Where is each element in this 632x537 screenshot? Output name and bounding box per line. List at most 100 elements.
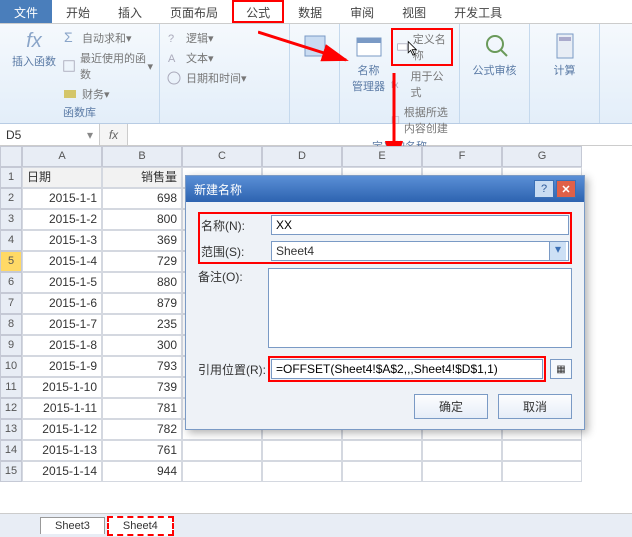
row-head[interactable]: 9 xyxy=(0,335,22,356)
col-head-B[interactable]: B xyxy=(102,146,182,167)
cell-sales[interactable]: 879 xyxy=(102,293,182,314)
cell-empty[interactable] xyxy=(502,440,582,461)
cell-sales[interactable]: 235 xyxy=(102,314,182,335)
text-button[interactable]: A文本 ▾ xyxy=(166,48,283,68)
cell-date[interactable]: 2015-1-2 xyxy=(22,209,102,230)
row-head[interactable]: 10 xyxy=(0,356,22,377)
col-head-D[interactable]: D xyxy=(262,146,342,167)
cell-sales[interactable]: 800 xyxy=(102,209,182,230)
row-head[interactable]: 12 xyxy=(0,398,22,419)
row-head[interactable]: 6 xyxy=(0,272,22,293)
logic-button[interactable]: ?逻辑 ▾ xyxy=(166,28,283,48)
col-head-F[interactable]: F xyxy=(422,146,502,167)
row-head[interactable]: 11 xyxy=(0,377,22,398)
cell-date[interactable]: 2015-1-6 xyxy=(22,293,102,314)
dialog-close-button[interactable]: ✕ xyxy=(556,180,576,198)
row-head[interactable]: 3 xyxy=(0,209,22,230)
row-head[interactable]: 14 xyxy=(0,440,22,461)
scope-select[interactable]: Sheet4 xyxy=(271,241,569,261)
use-in-formula-button[interactable]: fx用于公式 xyxy=(391,66,453,102)
tab-file[interactable]: 文件 xyxy=(0,0,52,23)
cell-empty[interactable] xyxy=(422,461,502,482)
cell-sales[interactable]: 761 xyxy=(102,440,182,461)
name-manager-button[interactable]: 名称 管理器 xyxy=(346,28,391,138)
cell-empty[interactable] xyxy=(422,440,502,461)
cell-empty[interactable] xyxy=(342,461,422,482)
cell-sales[interactable]: 739 xyxy=(102,377,182,398)
datetime-button[interactable]: 日期和时间 ▾ xyxy=(166,68,283,88)
tab-dev[interactable]: 开发工具 xyxy=(440,0,516,23)
row-head[interactable]: 2 xyxy=(0,188,22,209)
cell-empty[interactable] xyxy=(182,440,262,461)
ok-button[interactable]: 确定 xyxy=(414,394,488,419)
cell-date[interactable]: 2015-1-9 xyxy=(22,356,102,377)
header-sales[interactable]: 销售量 xyxy=(102,167,182,188)
cell-date[interactable]: 2015-1-3 xyxy=(22,230,102,251)
name-input[interactable] xyxy=(271,215,569,235)
insert-function-button[interactable]: fx 插入函数 xyxy=(6,28,62,104)
cell-date[interactable]: 2015-1-12 xyxy=(22,419,102,440)
cell-empty[interactable] xyxy=(342,440,422,461)
calc-button[interactable]: 计算 xyxy=(536,28,593,80)
autosum-button[interactable]: Σ自动求和 ▾ xyxy=(62,28,153,48)
recent-functions-button[interactable]: 最近使用的函数 ▾ xyxy=(62,48,153,84)
name-box[interactable]: D5▾ xyxy=(0,124,100,145)
cell-sales[interactable]: 300 xyxy=(102,335,182,356)
create-from-selection-button[interactable]: 根据所选内容创建 xyxy=(391,102,453,138)
ref-collapse-button[interactable]: ▦ xyxy=(550,359,572,379)
col-head-A[interactable]: A xyxy=(22,146,102,167)
row-head[interactable]: 15 xyxy=(0,461,22,482)
sheet-tab-sheet3[interactable]: Sheet3 xyxy=(40,517,105,534)
tab-data[interactable]: 数据 xyxy=(284,0,336,23)
col-head-G[interactable]: G xyxy=(502,146,582,167)
cell-date[interactable]: 2015-1-4 xyxy=(22,251,102,272)
row-head[interactable]: 5 xyxy=(0,251,22,272)
cell-date[interactable]: 2015-1-14 xyxy=(22,461,102,482)
select-all-corner[interactable] xyxy=(0,146,22,167)
cell-date[interactable]: 2015-1-1 xyxy=(22,188,102,209)
define-name-button[interactable]: 定义名称 xyxy=(391,28,453,66)
cell-sales[interactable]: 729 xyxy=(102,251,182,272)
lookup-button[interactable] xyxy=(296,28,333,64)
cell-sales[interactable]: 369 xyxy=(102,230,182,251)
col-head-C[interactable]: C xyxy=(182,146,262,167)
cell-date[interactable]: 2015-1-11 xyxy=(22,398,102,419)
cell-sales[interactable]: 944 xyxy=(102,461,182,482)
row-head[interactable]: 7 xyxy=(0,293,22,314)
cell-empty[interactable] xyxy=(262,461,342,482)
cell-date[interactable]: 2015-1-8 xyxy=(22,335,102,356)
row-head[interactable]: 8 xyxy=(0,314,22,335)
cell-empty[interactable] xyxy=(262,440,342,461)
header-date[interactable]: 日期 xyxy=(22,167,102,188)
cancel-button[interactable]: 取消 xyxy=(498,394,572,419)
tab-layout[interactable]: 页面布局 xyxy=(156,0,232,23)
tab-insert[interactable]: 插入 xyxy=(104,0,156,23)
ref-input[interactable] xyxy=(271,359,543,379)
cell-sales[interactable]: 781 xyxy=(102,398,182,419)
col-head-E[interactable]: E xyxy=(342,146,422,167)
row-head[interactable]: 1 xyxy=(0,167,22,188)
formula-audit-button[interactable]: 公式审核 xyxy=(466,28,523,80)
comment-textarea[interactable] xyxy=(268,268,572,348)
tab-review[interactable]: 审阅 xyxy=(336,0,388,23)
tab-start[interactable]: 开始 xyxy=(52,0,104,23)
row-head[interactable]: 4 xyxy=(0,230,22,251)
row-head[interactable]: 13 xyxy=(0,419,22,440)
cell-date[interactable]: 2015-1-7 xyxy=(22,314,102,335)
fx-icon[interactable]: fx xyxy=(100,124,128,145)
cell-date[interactable]: 2015-1-5 xyxy=(22,272,102,293)
dialog-titlebar[interactable]: 新建名称 ? ✕ xyxy=(186,176,584,202)
cell-sales[interactable]: 698 xyxy=(102,188,182,209)
cell-date[interactable]: 2015-1-13 xyxy=(22,440,102,461)
cell-date[interactable]: 2015-1-10 xyxy=(22,377,102,398)
sheet-tab-sheet4[interactable]: Sheet4 xyxy=(107,516,174,536)
cell-sales[interactable]: 793 xyxy=(102,356,182,377)
dialog-help-button[interactable]: ? xyxy=(534,180,554,198)
cell-empty[interactable] xyxy=(182,461,262,482)
tab-view[interactable]: 视图 xyxy=(388,0,440,23)
finance-button[interactable]: 财务 ▾ xyxy=(62,84,153,104)
tab-formula[interactable]: 公式 xyxy=(232,0,284,23)
cell-empty[interactable] xyxy=(502,461,582,482)
cell-sales[interactable]: 782 xyxy=(102,419,182,440)
cell-sales[interactable]: 880 xyxy=(102,272,182,293)
